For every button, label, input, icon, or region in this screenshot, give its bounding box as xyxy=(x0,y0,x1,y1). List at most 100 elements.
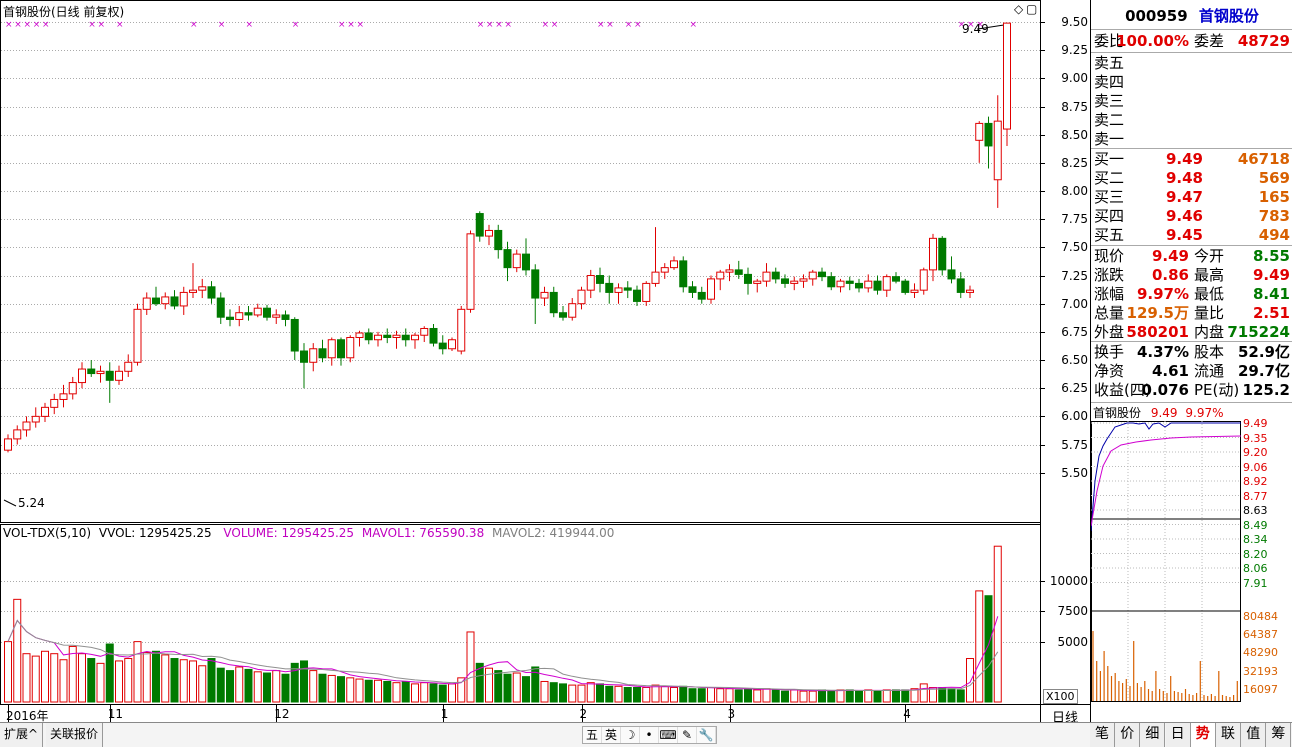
candle-volume-bar[interactable] xyxy=(522,676,530,703)
candle-body[interactable] xyxy=(762,271,771,282)
candle-volume-bar[interactable] xyxy=(253,671,262,703)
candle-body[interactable] xyxy=(984,122,993,147)
candle-body[interactable] xyxy=(41,406,49,417)
candle-volume-bar[interactable] xyxy=(300,660,308,703)
candle-body[interactable] xyxy=(59,393,68,400)
candle-volume-bar[interactable] xyxy=(947,688,956,703)
candle-body[interactable] xyxy=(818,271,826,278)
candle-body[interactable] xyxy=(614,287,623,293)
candle-body[interactable] xyxy=(50,398,59,408)
candle-body[interactable] xyxy=(966,289,974,293)
candle-volume-bar[interactable] xyxy=(189,660,197,703)
volume-bars[interactable] xyxy=(4,545,1002,703)
candle-volume-bar[interactable] xyxy=(374,679,382,703)
candle-volume-bar[interactable] xyxy=(938,687,947,703)
candle-body[interactable] xyxy=(485,229,493,237)
window-toggle-icon[interactable]: ▢ xyxy=(1026,2,1037,16)
candle-volume-bar[interactable] xyxy=(401,680,410,703)
candle-volume-bar[interactable] xyxy=(568,684,577,703)
candle-volume-bar[interactable] xyxy=(670,687,678,703)
buy-level-1[interactable]: 买一 9.49 46718 xyxy=(1091,150,1292,169)
candle-body[interactable] xyxy=(420,327,429,336)
candle-body[interactable] xyxy=(938,237,947,271)
tab-right-2[interactable]: 细 xyxy=(1140,723,1166,747)
candle-body[interactable] xyxy=(864,280,873,289)
candle-volume-bar[interactable] xyxy=(836,689,845,703)
candle-body[interactable] xyxy=(540,291,549,299)
candle-volume-bar[interactable] xyxy=(50,653,59,703)
candle-body[interactable] xyxy=(725,269,734,273)
candle-volume-bar[interactable] xyxy=(577,684,586,703)
candle-volume-bar[interactable] xyxy=(651,684,660,703)
candlesticks[interactable] xyxy=(3,22,1011,507)
candle-body[interactable] xyxy=(651,271,660,284)
candle-body[interactable] xyxy=(300,350,308,363)
candle-body[interactable] xyxy=(623,287,632,291)
candle-body[interactable] xyxy=(975,122,984,141)
candle-body[interactable] xyxy=(670,260,678,269)
wrench-icon[interactable]: 🔧 xyxy=(697,727,716,743)
candle-body[interactable] xyxy=(734,269,743,275)
moon-icon[interactable]: ☽ xyxy=(621,727,640,743)
candle-body[interactable] xyxy=(531,269,540,299)
tab-right-3[interactable]: 日 xyxy=(1165,723,1191,747)
candle-volume-bar[interactable] xyxy=(59,659,68,703)
candle-body[interactable] xyxy=(272,314,281,318)
candle-volume-bar[interactable] xyxy=(966,658,974,703)
candle-body[interactable] xyxy=(216,297,225,318)
stock-name[interactable]: 首钢股份 xyxy=(1199,7,1259,25)
sell-level-1[interactable]: 卖一 xyxy=(1091,130,1292,149)
candle-body[interactable] xyxy=(605,282,614,293)
candle-body[interactable] xyxy=(892,276,900,282)
candle-body[interactable] xyxy=(549,291,558,314)
candle-body[interactable] xyxy=(309,348,318,363)
candle-body[interactable] xyxy=(919,269,928,291)
candle-volume-bar[interactable] xyxy=(605,685,614,703)
candle-volume-bar[interactable] xyxy=(244,668,253,703)
candle-volume-bar[interactable] xyxy=(697,688,706,703)
candle-body[interactable] xyxy=(744,273,752,284)
candle-volume-bar[interactable] xyxy=(707,687,715,703)
sell-level-2[interactable]: 卖二 xyxy=(1091,111,1292,130)
candle-volume-bar[interactable] xyxy=(762,688,771,703)
candle-body[interactable] xyxy=(901,280,910,293)
candle-body[interactable] xyxy=(494,229,503,251)
candle-body[interactable] xyxy=(1003,22,1011,130)
ime-five-icon[interactable]: 五 xyxy=(583,727,602,743)
candle-body[interactable] xyxy=(281,314,290,320)
candle-body[interactable] xyxy=(207,286,216,299)
ime-english-icon[interactable]: 英 xyxy=(602,727,621,743)
sell-level-4[interactable]: 卖四 xyxy=(1091,73,1292,92)
candle-body[interactable] xyxy=(660,267,669,273)
candle-body[interactable] xyxy=(707,278,715,300)
candle-volume-bar[interactable] xyxy=(596,683,604,703)
candle-body[interactable] xyxy=(170,296,179,307)
tab-right-0[interactable]: 笔 xyxy=(1090,723,1115,747)
candle-body[interactable] xyxy=(503,249,512,269)
candle-volume-bar[interactable] xyxy=(216,667,225,703)
kline-chart[interactable]: × × × × × × × × × × × × × × × × × × × × × × × × × × × × × xyxy=(0,0,1090,722)
candle-body[interactable] xyxy=(929,237,937,271)
candle-body[interactable] xyxy=(836,280,845,288)
candle-body[interactable] xyxy=(475,213,484,237)
candle-body[interactable] xyxy=(753,280,762,284)
candle-body[interactable] xyxy=(31,415,40,423)
candle-volume-bar[interactable] xyxy=(771,689,780,703)
candle-volume-bar[interactable] xyxy=(133,641,142,703)
candle-body[interactable] xyxy=(22,421,31,431)
sell-level-5[interactable]: 卖五 xyxy=(1091,54,1292,73)
candle-body[interactable] xyxy=(68,382,77,395)
candle-volume-bar[interactable] xyxy=(901,689,910,703)
candle-volume-bar[interactable] xyxy=(263,672,271,703)
candle-volume-bar[interactable] xyxy=(855,690,863,703)
candle-volume-bar[interactable] xyxy=(4,641,12,703)
candle-volume-bar[interactable] xyxy=(411,683,419,703)
candle-body[interactable] xyxy=(346,336,355,359)
candle-body[interactable] xyxy=(781,278,789,284)
candle-volume-bar[interactable] xyxy=(864,689,873,703)
candle-body[interactable] xyxy=(383,334,392,338)
candle-volume-bar[interactable] xyxy=(679,685,688,703)
candle-volume-bar[interactable] xyxy=(808,690,817,703)
candle-volume-bar[interactable] xyxy=(142,651,151,703)
candle-body[interactable] xyxy=(910,289,919,293)
